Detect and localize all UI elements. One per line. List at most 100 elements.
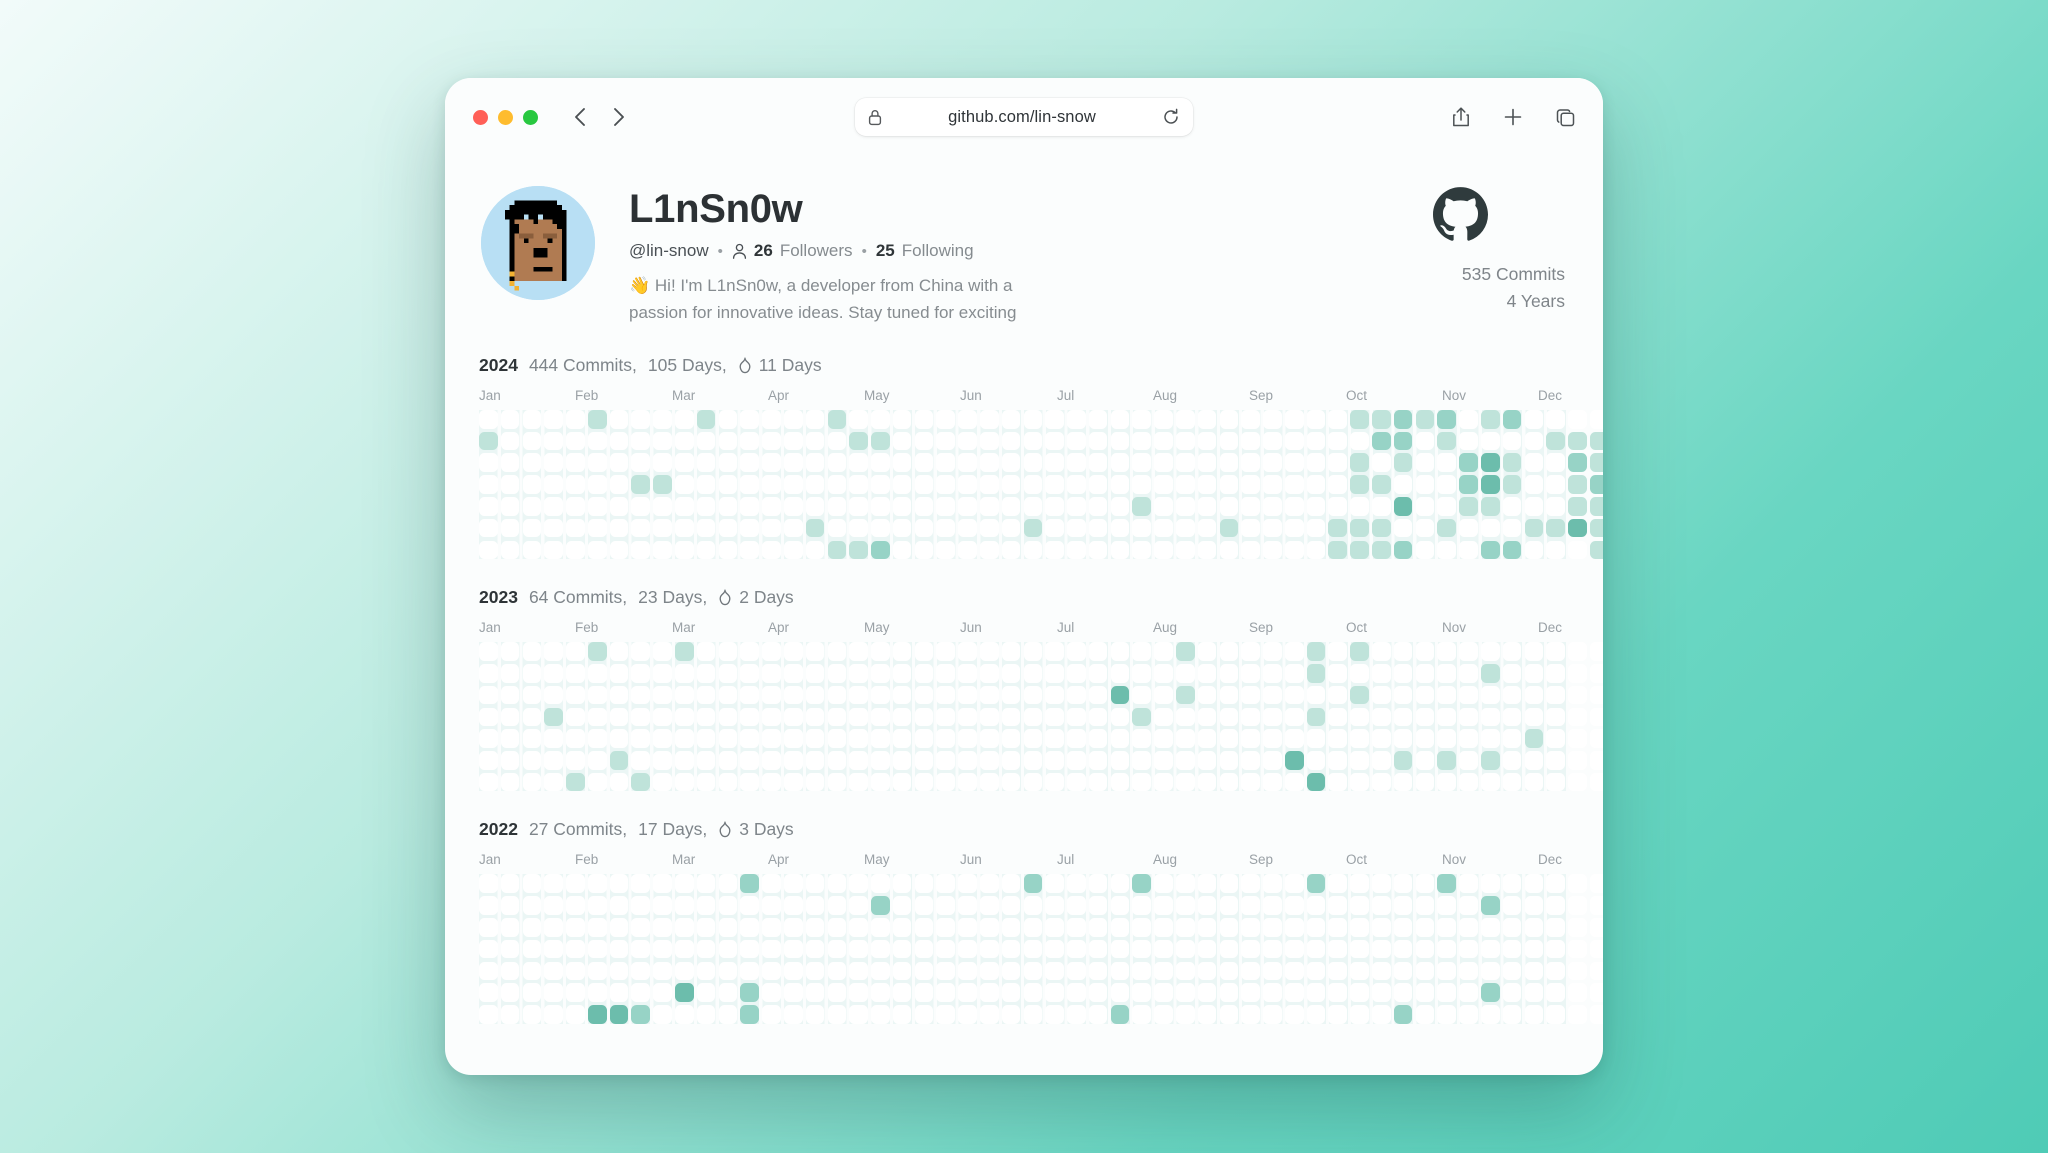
contribution-cell[interactable] — [1241, 663, 1260, 683]
contribution-cell[interactable] — [805, 729, 825, 748]
back-icon[interactable] — [568, 106, 590, 128]
contribution-cell[interactable] — [500, 874, 520, 894]
contribution-cell[interactable] — [871, 642, 890, 661]
contribution-cell[interactable] — [827, 642, 847, 661]
contribution-cell[interactable] — [1589, 707, 1603, 727]
contribution-cell[interactable] — [1350, 518, 1369, 538]
contribution-cell[interactable] — [740, 409, 759, 429]
contribution-cell[interactable] — [1459, 431, 1478, 451]
contribution-cell[interactable] — [1067, 685, 1086, 705]
contribution-cell[interactable] — [958, 983, 977, 1002]
contribution-cell[interactable] — [1393, 518, 1413, 538]
contribution-cell[interactable] — [849, 431, 868, 451]
contribution-cell[interactable] — [1132, 663, 1152, 683]
contribution-cell[interactable] — [1241, 1005, 1260, 1024]
contribution-cell[interactable] — [1437, 961, 1456, 981]
contribution-cell[interactable] — [1415, 961, 1435, 981]
contribution-cell[interactable] — [1132, 431, 1152, 451]
contribution-cell[interactable] — [740, 540, 759, 560]
contribution-cell[interactable] — [1197, 939, 1217, 959]
contribution-cell[interactable] — [1197, 961, 1217, 981]
contribution-cell[interactable] — [1437, 642, 1456, 661]
contribution-cell[interactable] — [1132, 961, 1152, 981]
contribution-cell[interactable] — [914, 729, 934, 748]
contribution-cell[interactable] — [566, 874, 585, 894]
contribution-cell[interactable] — [1415, 497, 1435, 516]
contribution-cell[interactable] — [1350, 685, 1369, 705]
contribution-cell[interactable] — [1546, 518, 1565, 538]
contribution-cell[interactable] — [587, 1005, 607, 1024]
contribution-cell[interactable] — [1437, 453, 1456, 473]
contribution-cell[interactable] — [1176, 475, 1195, 494]
contribution-cell[interactable] — [1502, 961, 1522, 981]
contribution-cell[interactable] — [544, 540, 563, 560]
contribution-cell[interactable] — [1241, 431, 1260, 451]
contribution-cell[interactable] — [1176, 729, 1195, 748]
contribution-cell[interactable] — [1372, 497, 1391, 516]
contribution-cell[interactable] — [1372, 1005, 1391, 1024]
contribution-cell[interactable] — [1306, 497, 1326, 516]
contribution-cell[interactable] — [1480, 772, 1500, 792]
contribution-cell[interactable] — [1459, 896, 1478, 915]
contribution-cell[interactable] — [500, 772, 520, 792]
contribution-cell[interactable] — [1328, 1005, 1348, 1024]
contribution-cell[interactable] — [544, 685, 563, 705]
contribution-cell[interactable] — [587, 961, 607, 981]
contribution-cell[interactable] — [653, 983, 672, 1002]
contribution-cell[interactable] — [1219, 1005, 1239, 1024]
contribution-cell[interactable] — [914, 961, 934, 981]
contribution-cell[interactable] — [1263, 939, 1282, 959]
contribution-cell[interactable] — [1132, 642, 1152, 661]
contribution-cell[interactable] — [1023, 961, 1043, 981]
contribution-cell[interactable] — [1437, 983, 1456, 1002]
contribution-cell[interactable] — [587, 772, 607, 792]
contribution-cell[interactable] — [500, 896, 520, 915]
contribution-cell[interactable] — [653, 663, 672, 683]
new-tab-icon[interactable] — [1501, 105, 1525, 129]
contribution-cell[interactable] — [1328, 939, 1348, 959]
contribution-cell[interactable] — [522, 1005, 542, 1024]
contribution-cell[interactable] — [1197, 663, 1217, 683]
contribution-cell[interactable] — [892, 685, 912, 705]
contribution-cell[interactable] — [849, 939, 868, 959]
contribution-cell[interactable] — [1568, 663, 1587, 683]
contribution-cell[interactable] — [1154, 874, 1173, 894]
contribution-cell[interactable] — [1132, 896, 1152, 915]
contribution-cell[interactable] — [1045, 453, 1064, 473]
contribution-cell[interactable] — [1524, 729, 1544, 748]
contribution-cell[interactable] — [827, 896, 847, 915]
contribution-cell[interactable] — [1197, 540, 1217, 560]
contribution-cell[interactable] — [849, 707, 868, 727]
contribution-cell[interactable] — [1372, 896, 1391, 915]
contribution-cell[interactable] — [1197, 983, 1217, 1002]
contribution-cell[interactable] — [1023, 983, 1043, 1002]
contribution-cell[interactable] — [783, 939, 803, 959]
contribution-cell[interactable] — [1241, 896, 1260, 915]
contribution-cell[interactable] — [1350, 475, 1369, 494]
contribution-cell[interactable] — [827, 874, 847, 894]
contribution-cell[interactable] — [1546, 685, 1565, 705]
contribution-cell[interactable] — [479, 874, 498, 894]
contribution-cell[interactable] — [783, 1005, 803, 1024]
contribution-cell[interactable] — [587, 939, 607, 959]
contribution-cell[interactable] — [914, 431, 934, 451]
contribution-cell[interactable] — [1459, 540, 1478, 560]
contribution-cell[interactable] — [979, 896, 999, 915]
contribution-cell[interactable] — [631, 642, 651, 661]
contribution-cell[interactable] — [1263, 707, 1282, 727]
contribution-cell[interactable] — [1306, 707, 1326, 727]
contribution-cell[interactable] — [1546, 642, 1565, 661]
contribution-cell[interactable] — [1045, 1005, 1064, 1024]
contribution-cell[interactable] — [849, 983, 868, 1002]
contribution-cell[interactable] — [1437, 431, 1456, 451]
contribution-cell[interactable] — [1219, 707, 1239, 727]
contribution-cell[interactable] — [1110, 896, 1130, 915]
contribution-cell[interactable] — [1263, 751, 1282, 770]
contribution-cell[interactable] — [1263, 961, 1282, 981]
contribution-cell[interactable] — [587, 453, 607, 473]
contribution-cell[interactable] — [1110, 685, 1130, 705]
contribution-cell[interactable] — [479, 475, 498, 494]
contribution-cell[interactable] — [1154, 918, 1173, 937]
contribution-cell[interactable] — [1502, 497, 1522, 516]
contribution-cell[interactable] — [653, 431, 672, 451]
